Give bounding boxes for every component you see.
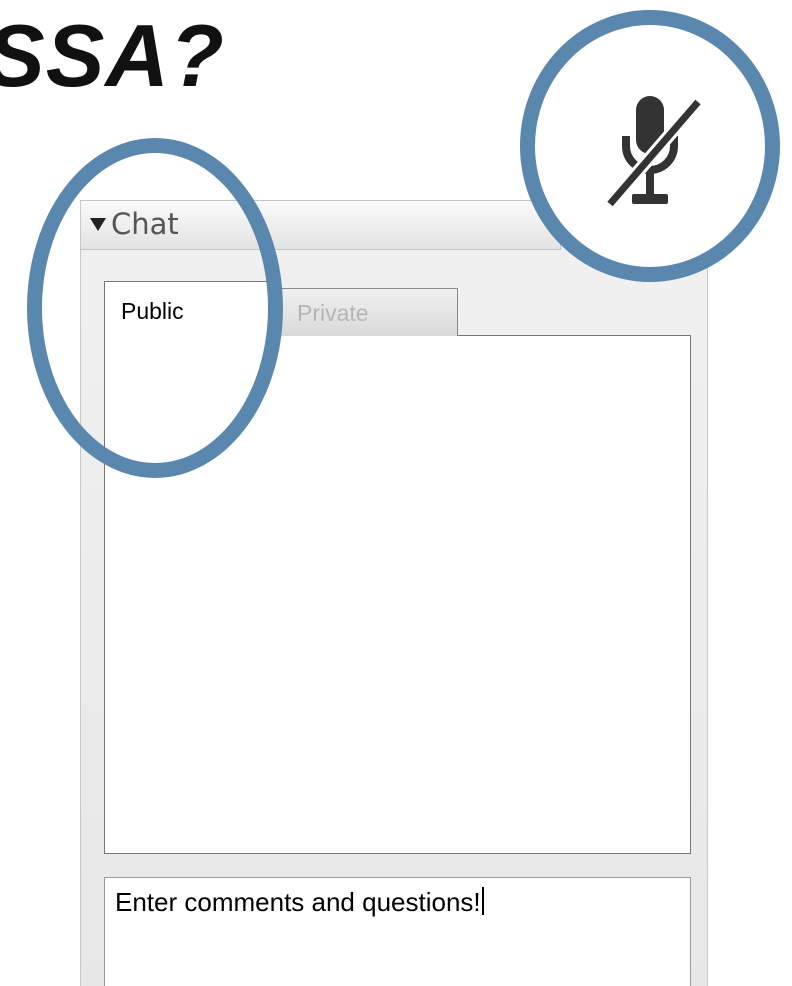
- chat-message-area[interactable]: [104, 335, 691, 854]
- chat-input-text: Enter comments and questions!: [115, 887, 481, 917]
- microphone-muted-icon[interactable]: [606, 92, 706, 212]
- text-caret: [481, 887, 484, 915]
- tab-public[interactable]: Public: [104, 281, 272, 337]
- page-title: SSA?: [0, 6, 225, 105]
- triangle-down-icon[interactable]: [90, 218, 106, 231]
- chat-panel-header[interactable]: Chat: [81, 200, 561, 250]
- chat-panel-title: Chat: [111, 207, 179, 241]
- tab-private[interactable]: Private: [270, 288, 458, 336]
- chat-input[interactable]: Enter comments and questions!: [104, 877, 691, 986]
